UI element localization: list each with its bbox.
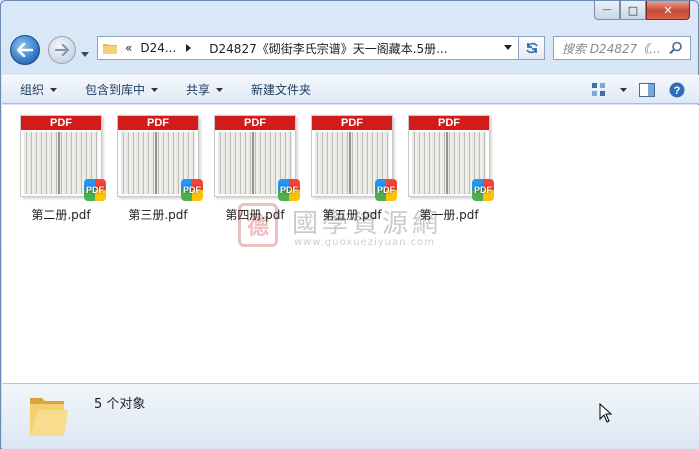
pdf-badge-icon: PDF xyxy=(84,179,106,201)
help-button[interactable]: ? xyxy=(665,79,689,101)
close-button[interactable]: ✕ xyxy=(646,1,690,20)
refresh-icon xyxy=(525,42,538,54)
pdf-badge-icon: PDF xyxy=(375,179,397,201)
file-name[interactable]: 第二册.pdf xyxy=(16,206,106,223)
pdf-badge-icon: PDF xyxy=(472,179,494,201)
svg-text:?: ? xyxy=(674,85,681,97)
breadcrumb-parent[interactable]: D24... xyxy=(140,41,176,55)
recent-pages-dropdown[interactable] xyxy=(81,46,89,60)
chevron-down-icon xyxy=(151,87,159,92)
pdf-badge-icon: PDF xyxy=(278,179,300,201)
pdf-thumbnail[interactable]: PDF PDF xyxy=(311,115,397,201)
preview-pane-button[interactable] xyxy=(635,79,659,101)
forward-button[interactable] xyxy=(48,36,76,64)
file-name[interactable]: 第三册.pdf xyxy=(113,206,203,223)
watermark-url: www.guoxueziyuan.com xyxy=(294,237,435,248)
chevron-right-icon[interactable] xyxy=(186,44,192,52)
breadcrumb-current[interactable]: D24827《砌街李氏宗谱》天一阁藏本.5册... xyxy=(209,40,447,57)
chevron-down-icon xyxy=(81,52,89,57)
back-arrow-icon xyxy=(17,43,33,57)
close-icon: ✕ xyxy=(663,3,673,17)
toolbar-right-group: ? xyxy=(587,79,689,101)
search-box[interactable]: 搜索 D24827《... xyxy=(553,36,691,60)
details-pane: 5 个对象 xyxy=(2,383,699,449)
organize-menu[interactable]: 组织 xyxy=(10,79,67,101)
view-options-button[interactable] xyxy=(587,79,611,101)
maximize-button[interactable]: □ xyxy=(620,1,646,20)
forward-arrow-icon xyxy=(55,44,69,56)
pdf-thumbnail[interactable]: PDF PDF xyxy=(117,115,203,201)
pdf-badge-icon: PDF xyxy=(181,179,203,201)
share-menu[interactable]: 共享 xyxy=(176,79,233,101)
file-item[interactable]: PDF PDF 第三册.pdf xyxy=(113,115,203,223)
file-name[interactable]: 第四册.pdf xyxy=(210,206,300,223)
include-in-library-label: 包含到库中 xyxy=(85,83,146,97)
search-placeholder: 搜索 D24827《... xyxy=(562,41,661,56)
navigation-row: « D24... D24827《砌街李氏宗谱》天一阁藏本.5册... 搜索 D2… xyxy=(1,29,699,69)
pdf-thumbnail[interactable]: PDF PDF xyxy=(408,115,494,201)
new-folder-button[interactable]: 新建文件夹 xyxy=(241,79,321,101)
help-icon: ? xyxy=(669,82,685,98)
folder-icon xyxy=(30,398,68,436)
share-label: 共享 xyxy=(186,83,211,97)
file-list-pane[interactable]: 德 國學資源網 www.guoxueziyuan.com PDF PDF 第二册… xyxy=(2,105,699,383)
chevron-down-icon xyxy=(619,88,627,92)
mouse-cursor-icon xyxy=(599,403,613,423)
refresh-button[interactable] xyxy=(519,36,545,60)
address-bar[interactable]: « D24... D24827《砌街李氏宗谱》天一阁藏本.5册... xyxy=(97,36,519,60)
chevron-down-icon xyxy=(216,87,224,92)
item-count: 5 个对象 xyxy=(94,397,146,412)
file-item[interactable]: PDF PDF 第二册.pdf xyxy=(16,115,106,223)
pdf-band: PDF xyxy=(118,116,198,130)
file-item[interactable]: PDF PDF 第四册.pdf xyxy=(210,115,300,223)
search-icon[interactable] xyxy=(669,41,683,55)
breadcrumb-prefix[interactable]: « xyxy=(125,41,132,55)
address-history-dropdown-icon[interactable] xyxy=(504,45,512,50)
explorer-window: — □ ✕ « D24... D24827《砌街李氏宗谱》天一阁藏本.5册...… xyxy=(0,0,699,449)
pdf-thumbnail[interactable]: PDF PDF xyxy=(20,115,106,201)
minimize-button[interactable]: — xyxy=(594,1,620,20)
pdf-thumbnail[interactable]: PDF PDF xyxy=(214,115,300,201)
file-item[interactable]: PDF PDF 第五册.pdf xyxy=(307,115,397,223)
pdf-band: PDF xyxy=(215,116,295,130)
pdf-band: PDF xyxy=(409,116,489,130)
organize-label: 组织 xyxy=(20,83,45,97)
view-options-icon xyxy=(592,83,605,96)
file-name[interactable]: 第五册.pdf xyxy=(307,206,397,223)
back-button[interactable] xyxy=(10,35,40,65)
chevron-down-icon xyxy=(50,87,58,92)
preview-pane-icon xyxy=(639,83,655,97)
pdf-band: PDF xyxy=(312,116,392,130)
file-item[interactable]: PDF PDF 第一册.pdf xyxy=(404,115,494,223)
file-name[interactable]: 第一册.pdf xyxy=(404,206,494,223)
pdf-band: PDF xyxy=(21,116,101,130)
include-in-library-menu[interactable]: 包含到库中 xyxy=(75,79,168,101)
new-folder-label: 新建文件夹 xyxy=(251,83,312,97)
view-dropdown[interactable] xyxy=(617,79,629,101)
caption-buttons: — □ ✕ xyxy=(594,1,690,20)
minimize-icon: — xyxy=(602,5,612,15)
maximize-icon: □ xyxy=(627,3,639,17)
folder-icon xyxy=(103,44,117,54)
command-bar: 组织 包含到库中 共享 新建文件夹 ? xyxy=(2,75,699,104)
